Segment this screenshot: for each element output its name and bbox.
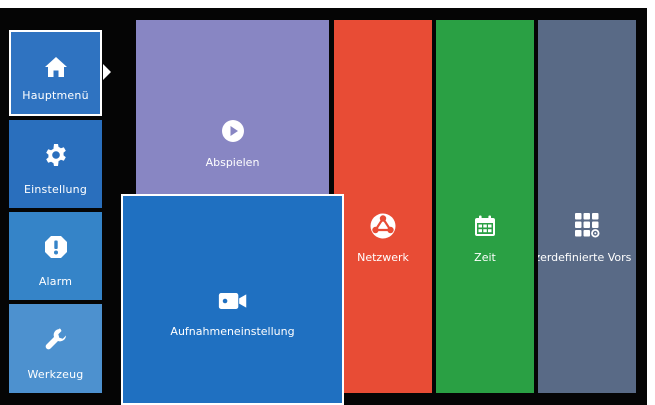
play-icon: [218, 116, 248, 146]
tile-label: Abspielen: [205, 156, 260, 169]
sidebar-item-settings[interactable]: Einstellung: [9, 120, 102, 208]
main-menu-screen: Hauptmenü Einstellung Alarm Werkzeug Abs…: [0, 0, 655, 405]
sidebar-item-tools[interactable]: Werkzeug: [9, 304, 102, 393]
tile-label: Zeit: [474, 251, 496, 264]
tile-recording-settings[interactable]: Aufnahmeneinstellung: [121, 194, 344, 405]
tile-network[interactable]: Netzwerk: [334, 20, 432, 393]
home-icon: [43, 54, 69, 80]
sidebar-item-label: Einstellung: [23, 183, 88, 196]
tile-custom-view[interactable]: tzerdefinierte Vors: [538, 20, 636, 393]
calendar-icon: [470, 211, 500, 241]
sidebar-item-alarm[interactable]: Alarm: [9, 212, 102, 300]
grid-settings-icon: [572, 210, 602, 240]
sidebar-item-label: Werkzeug: [27, 368, 84, 381]
gear-icon: [43, 142, 69, 168]
tile-label: Netzwerk: [357, 251, 409, 264]
alert-icon: [43, 234, 69, 260]
selection-pointer: [103, 64, 111, 80]
sidebar-item-main-menu[interactable]: Hauptmenü: [9, 30, 102, 116]
tile-label: tzerdefinierte Vors: [538, 251, 632, 264]
wrench-icon: [43, 326, 69, 352]
sidebar-item-label: Alarm: [38, 275, 73, 288]
camera-icon: [218, 286, 248, 316]
tile-time[interactable]: Zeit: [436, 20, 534, 393]
network-icon: [368, 211, 398, 241]
tile-playback[interactable]: Abspielen: [136, 20, 329, 196]
sidebar-item-label: Hauptmenü: [22, 89, 89, 102]
tile-label: Aufnahmeneinstellung: [170, 325, 295, 338]
